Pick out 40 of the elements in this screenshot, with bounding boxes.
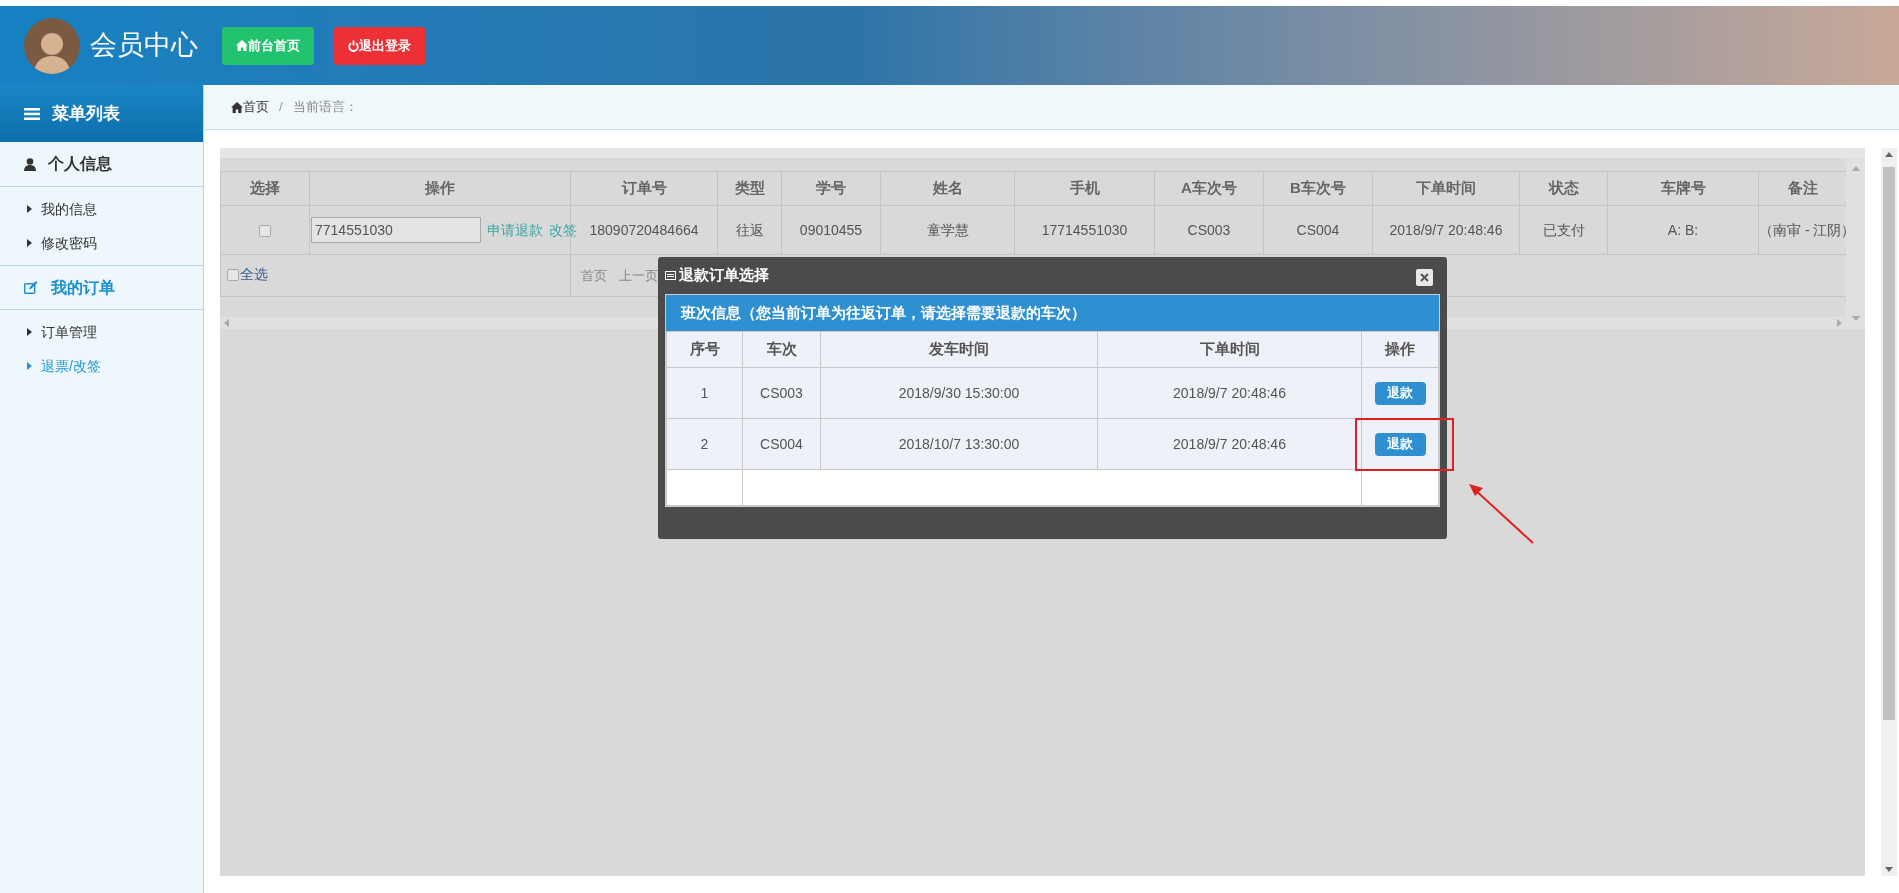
column-header: 操作 <box>309 171 571 206</box>
column-header: 选择 <box>220 171 310 206</box>
dialog-title: 退款订单选择 <box>679 265 769 286</box>
table-cell: CS004 <box>742 418 821 470</box>
table-cell: 2018/9/30 15:30:00 <box>820 367 1098 419</box>
column-header: 操作 <box>1361 331 1439 368</box>
table-cell: 2018/10/7 13:30:00 <box>820 418 1098 470</box>
column-header: 姓名 <box>880 171 1015 206</box>
table-cell: 2 <box>666 418 743 470</box>
table-cell: A: B: <box>1607 205 1759 255</box>
table-cell: 2018/9/7 20:48:46 <box>1097 367 1362 419</box>
table-cell: 17714551030 <box>1014 205 1155 255</box>
app-title: 会员中心 <box>90 29 198 63</box>
table-cell: CS004 <box>1263 205 1373 255</box>
table-cell: 09010455 <box>781 205 881 255</box>
column-header: B车次号 <box>1263 171 1373 206</box>
section-title: 班次信息（您当前订单为往返订单，请选择需要退款的车次） <box>666 295 1439 331</box>
table-cell: CS003 <box>1154 205 1264 255</box>
sidebar-title: 菜单列表 <box>52 102 120 125</box>
table-cell: 2018/9/7 20:48:46 <box>1097 418 1362 470</box>
column-header: 下单时间 <box>1097 331 1362 368</box>
column-header: 下单时间 <box>1372 171 1520 206</box>
table-cell: 1 <box>666 367 743 419</box>
column-header: 类型 <box>717 171 782 206</box>
column-header: 发车时间 <box>820 331 1098 368</box>
column-header: A车次号 <box>1154 171 1264 206</box>
column-header: 手机 <box>1014 171 1155 206</box>
table-cell: 2018/9/7 20:48:46 <box>1372 205 1520 255</box>
column-header: 状态 <box>1519 171 1608 206</box>
breadcrumb-separator: / <box>279 98 283 117</box>
column-header: 学号 <box>781 171 881 206</box>
column-header: 序号 <box>666 331 743 368</box>
column-header: 车次 <box>742 331 821 368</box>
breadcrumb-text: 当前语言： <box>292 98 358 117</box>
table-cell: 往返 <box>717 205 782 255</box>
table-cell: CS003 <box>742 367 821 419</box>
table-cell: 已支付 <box>1519 205 1608 255</box>
column-header: 订单号 <box>570 171 718 206</box>
column-header: 车牌号 <box>1607 171 1759 206</box>
table-cell: 童学慧 <box>880 205 1015 255</box>
